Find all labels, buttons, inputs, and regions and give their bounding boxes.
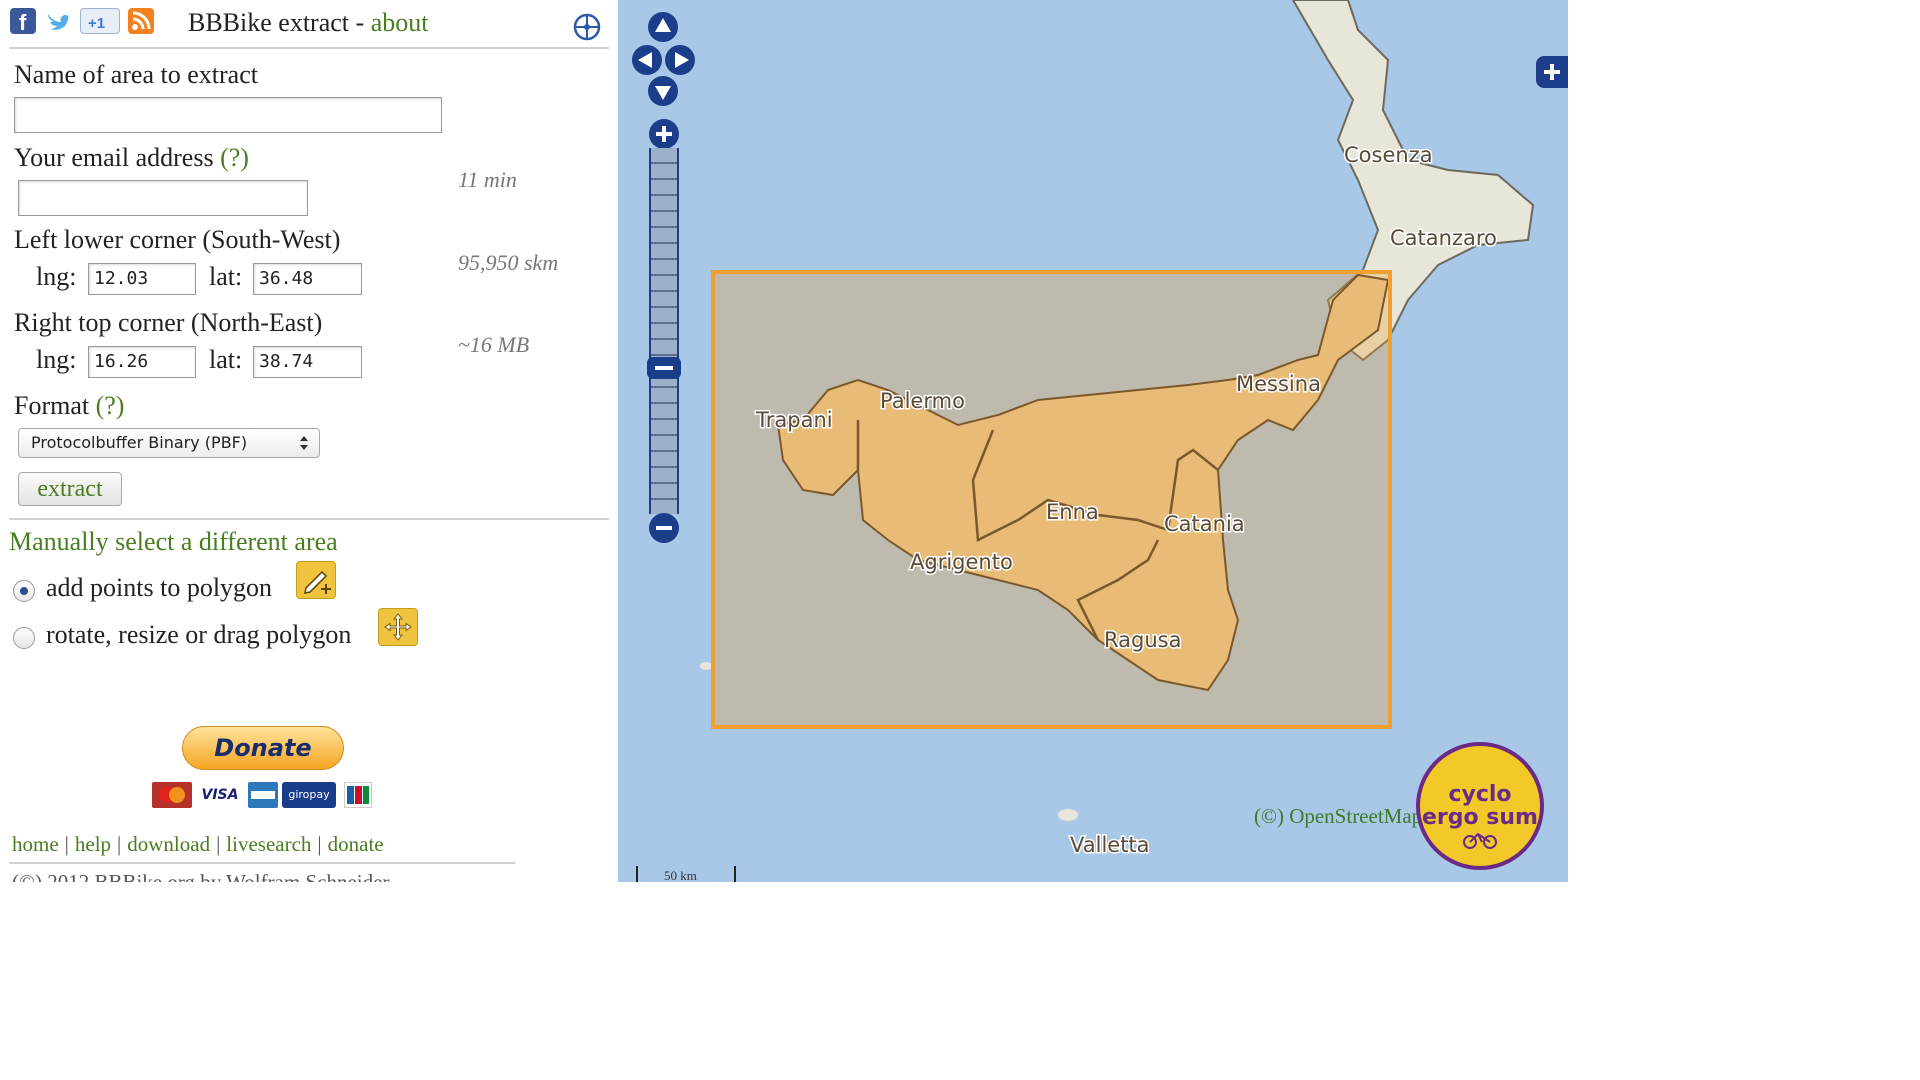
title-text: BBBike extract bbox=[188, 8, 350, 37]
city-label-agrigento: Agrigento bbox=[910, 550, 1013, 574]
header-divider bbox=[9, 47, 609, 49]
map-canvas: Cosenza Catanzaro Messina Palermo Trapan… bbox=[618, 0, 1568, 882]
extract-panel: f +1 BBBike extract - about Name of area… bbox=[0, 0, 618, 882]
sw-lng-input[interactable]: 12.03 bbox=[88, 263, 196, 295]
sw-label: Left lower corner (South-West) bbox=[14, 225, 341, 254]
size-estimate: ~16 MB bbox=[458, 332, 530, 357]
ne-lat-input[interactable]: 38.74 bbox=[253, 346, 362, 378]
email-help-link[interactable]: (?) bbox=[220, 143, 249, 172]
name-label: Name of area to extract bbox=[14, 60, 258, 89]
copyright: (©) 2012 BBBike.org by Wolfram Schneider bbox=[12, 870, 390, 882]
email-label: Your email address bbox=[14, 143, 214, 172]
pencil-add-icon[interactable] bbox=[296, 561, 336, 599]
pan-south-icon[interactable] bbox=[648, 76, 678, 111]
ne-lat-label: lat: bbox=[209, 345, 243, 374]
select-arrows-icon bbox=[299, 432, 309, 459]
donate-button-label: Donate bbox=[214, 734, 312, 762]
rss-icon[interactable] bbox=[128, 8, 154, 34]
footer-link-help[interactable]: help bbox=[75, 832, 111, 856]
section-divider bbox=[9, 518, 609, 520]
time-estimate: 11 min bbox=[458, 167, 517, 192]
svg-text:f: f bbox=[19, 10, 27, 34]
ne-label: Right top corner (North-East) bbox=[14, 308, 323, 337]
email-input[interactable] bbox=[18, 180, 308, 216]
zoom-out-icon[interactable] bbox=[648, 512, 680, 549]
amex-logo bbox=[248, 782, 278, 808]
format-label-row: Format (?) bbox=[14, 391, 124, 421]
footer-link-donate[interactable]: donate bbox=[328, 832, 384, 856]
area-estimate: 95,950 skm bbox=[458, 250, 559, 275]
svg-text:+1: +1 bbox=[88, 15, 105, 32]
scale-label: 50 km bbox=[664, 868, 697, 882]
area-name-input[interactable] bbox=[14, 97, 442, 133]
mastercard-logo bbox=[152, 782, 192, 808]
facebook-icon[interactable]: f bbox=[10, 8, 36, 35]
giropay-logo: giropay bbox=[282, 782, 336, 808]
format-select-value: Protocolbuffer Binary (PBF) bbox=[31, 433, 248, 452]
city-label-messina: Messina bbox=[1236, 372, 1321, 396]
page-title: BBBike extract - about bbox=[188, 8, 428, 38]
city-label-catanzaro: Catanzaro bbox=[1390, 226, 1497, 250]
move-arrows-icon[interactable] bbox=[378, 608, 418, 646]
footer-links: home | help | download | livesearch | donate bbox=[12, 832, 384, 856]
cyclo-ergo-sum-logo: cyclo ergo sum bbox=[1416, 742, 1544, 870]
pan-west-icon[interactable] bbox=[632, 45, 662, 80]
pan-north-icon[interactable] bbox=[648, 12, 678, 47]
city-label-valletta: Valletta bbox=[1070, 833, 1150, 857]
about-link[interactable]: about bbox=[371, 8, 429, 37]
zoom-slider-handle[interactable] bbox=[647, 357, 681, 379]
sw-lat-label: lat: bbox=[209, 262, 243, 291]
city-label-cosenza: Cosenza bbox=[1344, 143, 1433, 167]
city-label-catania: Catania bbox=[1164, 512, 1245, 536]
locate-icon[interactable] bbox=[572, 12, 602, 47]
scale-bar: 50 km bbox=[636, 866, 736, 882]
visa-logo: VISA bbox=[200, 782, 240, 808]
city-label-enna: Enna bbox=[1046, 500, 1099, 524]
footer-link-home[interactable]: home bbox=[12, 832, 59, 856]
format-label: Format bbox=[14, 391, 90, 420]
footer-link-download[interactable]: download bbox=[127, 832, 210, 856]
footer-divider bbox=[9, 862, 515, 864]
layer-switcher-icon[interactable] bbox=[1536, 56, 1568, 88]
google-plus-icon[interactable]: +1 bbox=[80, 8, 120, 34]
extract-button-label: extract bbox=[37, 476, 103, 502]
payment-cards: VISA giropay bbox=[152, 780, 374, 808]
pan-east-icon[interactable] bbox=[665, 45, 695, 80]
zoom-slider-track[interactable] bbox=[649, 148, 679, 514]
manual-heading: Manually select a different area bbox=[9, 527, 338, 556]
rotate-label: rotate, resize or drag polygon bbox=[46, 620, 352, 649]
donate-button[interactable]: Donate bbox=[182, 726, 344, 770]
city-label-trapani: Trapani bbox=[755, 408, 833, 432]
ne-lng-input[interactable]: 16.26 bbox=[88, 346, 196, 378]
sw-lat-input[interactable]: 36.48 bbox=[253, 263, 362, 295]
add-points-label: add points to polygon bbox=[46, 573, 273, 602]
email-label-row: Your email address (?) bbox=[14, 143, 249, 173]
ne-lng-label: lng: bbox=[36, 345, 77, 374]
twitter-icon[interactable] bbox=[44, 8, 70, 34]
add-points-radio[interactable] bbox=[13, 580, 35, 602]
city-label-ragusa: Ragusa bbox=[1104, 628, 1181, 652]
format-help-link[interactable]: (?) bbox=[96, 391, 125, 420]
title-dash: - bbox=[355, 8, 365, 37]
footer-link-livesearch[interactable]: livesearch bbox=[226, 832, 311, 856]
sw-lng-label: lng: bbox=[36, 262, 77, 291]
format-select[interactable]: Protocolbuffer Binary (PBF) bbox=[18, 428, 320, 458]
city-label-palermo: Palermo bbox=[880, 389, 965, 413]
extract-button[interactable]: extract bbox=[18, 472, 122, 506]
jcb-logo bbox=[344, 782, 372, 808]
map-view[interactable]: Cosenza Catanzaro Messina Palermo Trapan… bbox=[618, 0, 1568, 882]
rotate-radio[interactable] bbox=[13, 627, 35, 649]
